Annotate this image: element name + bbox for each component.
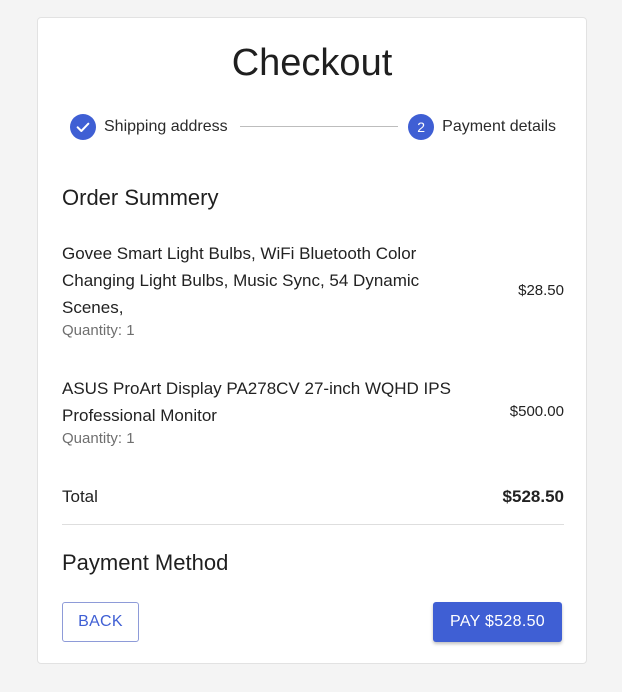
step-label: Payment details [442,118,556,135]
payment-method-heading: Payment Method [62,550,229,575]
page-title: Checkout [231,42,393,84]
total-label: Total [62,487,98,506]
step-number: 2 [408,114,435,140]
checkout-stepper: Shipping address 2 Payment details [70,113,556,141]
order-summary-heading: Order Summery [62,185,219,210]
divider [62,524,564,525]
item-name: Govee Smart Light Bulbs, WiFi Bluetooth … [62,244,420,317]
back-button[interactable]: BACK [62,602,139,642]
order-total-row: Total $528.50 [62,487,564,509]
step-label: Shipping address [104,118,228,135]
item-price: $500.00 [509,403,564,420]
step-connector [240,126,398,127]
item-quantity: Quantity: 1 [62,322,135,339]
step-shipping-address: Shipping address [70,113,228,141]
checkout-card: Checkout Shipping address 2 Payment deta… [37,17,587,664]
item-quantity: Quantity: 1 [62,430,135,447]
order-item: ASUS ProArt Display PA278CV 27-inch WQHD… [62,375,564,449]
check-icon [76,122,90,132]
step-completed-indicator [70,114,96,140]
pay-button[interactable]: PAY $528.50 [433,602,562,642]
order-item: Govee Smart Light Bulbs, WiFi Bluetooth … [62,240,564,341]
item-name: ASUS ProArt Display PA278CV 27-inch WQHD… [62,379,451,425]
item-price: $28.50 [518,282,564,299]
step-payment-details: 2 Payment details [408,113,556,141]
total-value: $528.50 [502,487,564,506]
